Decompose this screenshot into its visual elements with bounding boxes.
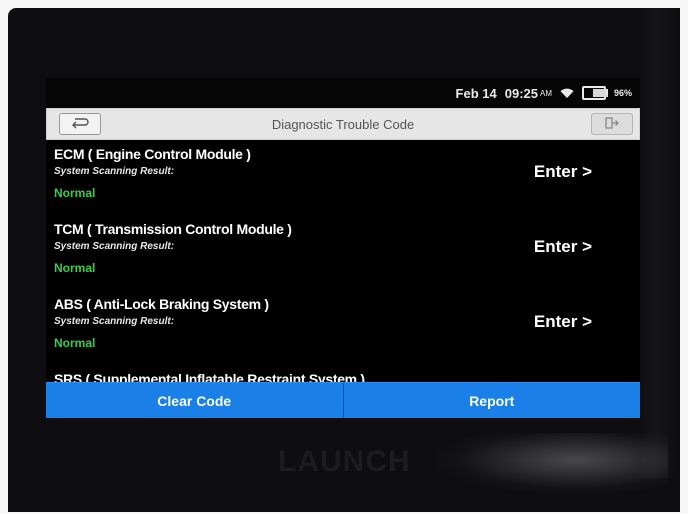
module-subtitle: System Scanning Result: [54, 316, 175, 327]
module-status: Normal [54, 261, 96, 275]
status-bar: Feb 14 09:25 AM 96% [46, 78, 640, 108]
exit-icon [605, 116, 619, 132]
battery-icon [581, 86, 608, 100]
module-status: Normal [54, 336, 96, 350]
enter-button[interactable]: Enter > [534, 162, 592, 182]
status-ampm: AM [539, 88, 552, 98]
app-screen: Feb 14 09:25 AM 96% Diagnostic Trouble Co… [46, 78, 640, 418]
enter-button[interactable]: Enter > [534, 312, 592, 332]
status-date: Feb 14 [455, 85, 497, 101]
module-status: Normal [54, 186, 96, 200]
status-time: 09:25 [504, 85, 538, 101]
page-title: Diagnostic Trouble Code [271, 116, 415, 132]
module-subtitle: System Scanning Result: [54, 241, 175, 252]
brand-logo: LAUNCH [278, 445, 411, 478]
report-button[interactable]: Report [342, 383, 641, 418]
action-bar: Clear Code Report [46, 382, 640, 418]
back-button[interactable] [59, 113, 101, 135]
module-subtitle: System Scanning Result: [54, 166, 175, 177]
list-item-ecm[interactable]: ECM ( Engine Control Module ) System Sca… [46, 140, 640, 215]
title-bar: Diagnostic Trouble Code [46, 108, 640, 140]
exit-button[interactable] [591, 113, 633, 135]
list-item-abs[interactable]: ABS ( Anti-Lock Braking System ) System … [46, 290, 640, 365]
clear-code-button[interactable]: Clear Code [46, 383, 343, 418]
device-bezel [642, 8, 680, 478]
module-name: ECM ( Engine Control Module ) [54, 146, 251, 162]
wifi-icon [560, 88, 574, 98]
screen-glare [438, 433, 668, 493]
module-name: ABS ( Anti-Lock Braking System ) [54, 296, 269, 312]
battery-percent: 96% [613, 88, 632, 98]
list-item-tcm[interactable]: TCM ( Transmission Control Module ) Syst… [46, 215, 640, 290]
module-name: TCM ( Transmission Control Module ) [54, 221, 292, 237]
back-arrow-icon [71, 116, 89, 133]
enter-button[interactable]: Enter > [534, 237, 592, 257]
module-list: ECM ( Engine Control Module ) System Sca… [46, 140, 640, 395]
